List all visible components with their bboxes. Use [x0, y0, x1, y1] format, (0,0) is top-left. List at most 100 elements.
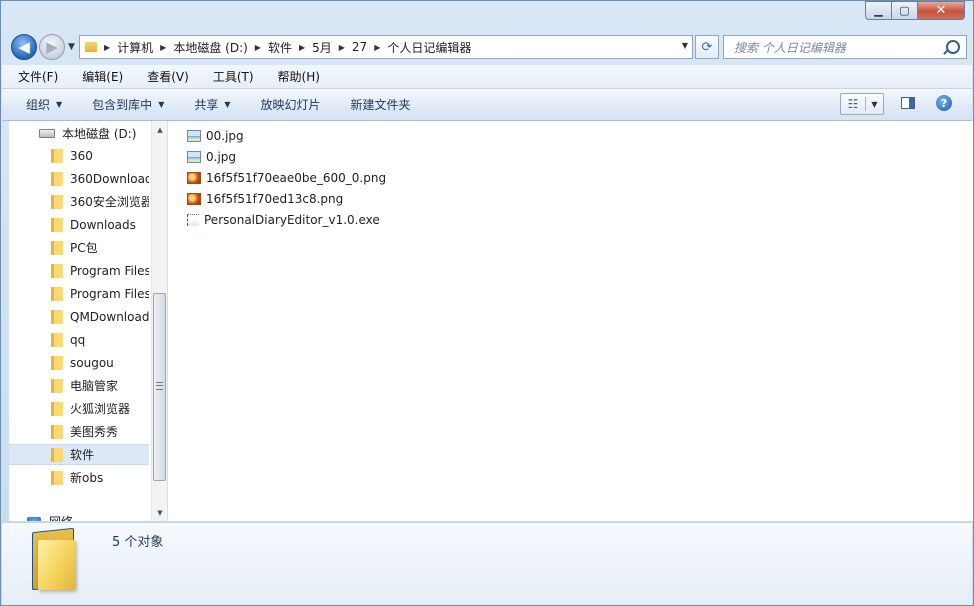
slideshow-button[interactable]: 放映幻灯片: [246, 96, 336, 113]
menu-help[interactable]: 帮助(H): [262, 68, 328, 85]
organize-button[interactable]: 组织 ▼: [2, 96, 77, 113]
folder-icon: [51, 286, 63, 301]
chevron-right-icon[interactable]: ▶: [339, 43, 345, 52]
help-icon[interactable]: ?: [936, 95, 952, 111]
recent-pages-dropdown[interactable]: ▼: [68, 42, 75, 52]
search-input[interactable]: 搜索 个人日记编辑器: [723, 35, 967, 59]
tree-item-folder[interactable]: 新obs: [9, 467, 149, 488]
file-name: PersonalDiaryEditor_v1.0.exe: [204, 213, 380, 227]
file-list: 00.jpg 0.jpg 16f5f51f70eae0be_600_0.png …: [168, 121, 973, 521]
tree-item-folder[interactable]: 360安全浏览器: [9, 191, 149, 212]
chevron-down-icon: ▼: [224, 100, 231, 109]
breadcrumb-may[interactable]: 5月: [312, 39, 332, 56]
tree-item-folder[interactable]: 360Download: [9, 168, 149, 189]
menu-file[interactable]: 文件(F): [2, 68, 66, 85]
include-in-library-button[interactable]: 包含到库中 ▼: [77, 96, 179, 113]
folder-icon: [51, 401, 63, 416]
tree-item-network[interactable]: 网络: [27, 513, 73, 521]
chevron-right-icon[interactable]: ▶: [299, 43, 305, 52]
tree-label: 软件: [70, 448, 95, 462]
tree-label: PC包: [70, 241, 98, 255]
executable-file-icon: [187, 214, 199, 226]
chevron-right-icon[interactable]: ▶: [104, 43, 110, 52]
include-in-library-label: 包含到库中: [92, 98, 153, 112]
tree-item-folder[interactable]: Program Files: [9, 260, 149, 281]
refresh-button[interactable]: ⟳: [695, 35, 719, 59]
file-item[interactable]: 00.jpg: [187, 126, 244, 146]
folder-icon: [51, 263, 63, 278]
tree-label: 360安全浏览器: [70, 195, 149, 209]
view-icon[interactable]: ☷: [841, 97, 866, 111]
breadcrumb-software[interactable]: 软件: [268, 39, 292, 56]
breadcrumb: ▶ 计算机 ▶ 本地磁盘 (D:) ▶ 软件 ▶ 5月 ▶ 27 ▶ 个人日记编…: [97, 39, 471, 56]
minimize-button[interactable]: ▁: [865, 1, 892, 20]
forward-button[interactable]: ▶: [39, 34, 65, 60]
tree-label: Downloads: [70, 217, 136, 232]
scrollbar-thumb[interactable]: [153, 293, 166, 481]
nav-scrollbar[interactable]: ▲ ▼: [151, 121, 167, 521]
tree-label: 360: [70, 148, 93, 163]
tree-item-folder[interactable]: qq: [9, 329, 149, 350]
chevron-down-icon[interactable]: ▼: [866, 100, 883, 109]
menu-bar: 文件(F) 编辑(E) 查看(V) 工具(T) 帮助(H): [2, 65, 972, 89]
tree-label: 电脑管家: [70, 379, 119, 393]
chevron-down-icon: ▼: [158, 100, 165, 109]
file-name: 16f5f51f70eae0be_600_0.png: [206, 171, 387, 185]
tree-label: QMDownload: [70, 309, 149, 324]
folder-icon: [51, 470, 63, 485]
menu-view[interactable]: 查看(V): [131, 68, 197, 85]
scroll-up-icon[interactable]: ▲: [152, 122, 167, 138]
file-item[interactable]: PersonalDiaryEditor_v1.0.exe: [187, 210, 380, 230]
folder-icon: [51, 332, 63, 347]
search-icon[interactable]: [946, 40, 960, 54]
chevron-right-icon[interactable]: ▶: [374, 43, 380, 52]
folder-icon: [51, 424, 63, 439]
tree-item-folder[interactable]: sougou: [9, 352, 149, 373]
tree-item-folder[interactable]: Downloads: [9, 214, 149, 235]
tree-label: 新obs: [70, 471, 104, 485]
file-item[interactable]: 0.jpg: [187, 147, 236, 167]
tree-label: qq: [70, 332, 86, 347]
file-item[interactable]: 16f5f51f70ed13c8.png: [187, 189, 343, 209]
tree-item-folder[interactable]: 火狐浏览器: [9, 398, 149, 419]
close-button[interactable]: ✕: [918, 1, 965, 20]
maximize-button[interactable]: ▢: [892, 1, 918, 20]
folder-icon: [51, 355, 63, 370]
navigation-bar: ◀ ▶ ▼ ▶ 计算机 ▶ 本地磁盘 (D:) ▶ 软件 ▶ 5月 ▶ 27 ▶…: [9, 32, 967, 62]
png-file-icon: [187, 193, 201, 205]
breadcrumb-diary-editor[interactable]: 个人日记编辑器: [387, 39, 471, 56]
breadcrumb-27[interactable]: 27: [352, 40, 367, 54]
back-button[interactable]: ◀: [11, 34, 37, 60]
tree-item-drive-d[interactable]: 本地磁盘 (D:): [39, 125, 136, 142]
change-view-button[interactable]: ☷ ▼: [840, 93, 884, 115]
tree-item-software-selected[interactable]: 软件: [9, 444, 149, 465]
scroll-down-icon[interactable]: ▼: [152, 505, 167, 521]
new-folder-button[interactable]: 新建文件夹: [336, 96, 426, 113]
menu-tools[interactable]: 工具(T): [197, 68, 262, 85]
share-label: 共享: [194, 98, 219, 112]
address-dropdown[interactable]: ▼: [682, 41, 688, 50]
tree-item-folder[interactable]: 电脑管家: [9, 375, 149, 396]
folder-icon: [85, 42, 97, 52]
address-bar[interactable]: ▶ 计算机 ▶ 本地磁盘 (D:) ▶ 软件 ▶ 5月 ▶ 27 ▶ 个人日记编…: [79, 35, 693, 59]
tree-label: 美图秀秀: [70, 425, 119, 439]
share-button[interactable]: 共享 ▼: [179, 96, 245, 113]
image-file-icon: [187, 151, 201, 163]
grip-icon: [156, 382, 163, 390]
tree-item-folder[interactable]: 360: [9, 145, 149, 166]
tree-label: Program Files: [70, 263, 149, 278]
file-item[interactable]: 16f5f51f70eae0be_600_0.png: [187, 168, 386, 188]
tree-item-folder[interactable]: 美图秀秀: [9, 421, 149, 442]
tree-item-folder[interactable]: PC包: [9, 237, 149, 258]
tree-item-folder[interactable]: Program Files: [9, 283, 149, 304]
preview-pane-icon[interactable]: [901, 97, 915, 109]
breadcrumb-drive-d[interactable]: 本地磁盘 (D:): [173, 39, 247, 56]
chevron-right-icon[interactable]: ▶: [160, 43, 166, 52]
details-pane: 5 个对象: [2, 522, 972, 605]
tree-item-folder[interactable]: QMDownload: [9, 306, 149, 327]
organize-label: 组织: [26, 98, 51, 112]
menu-edit[interactable]: 编辑(E): [66, 68, 131, 85]
breadcrumb-computer[interactable]: 计算机: [117, 39, 153, 56]
chevron-right-icon[interactable]: ▶: [255, 43, 261, 52]
tree-label: 本地磁盘 (D:): [62, 127, 137, 141]
